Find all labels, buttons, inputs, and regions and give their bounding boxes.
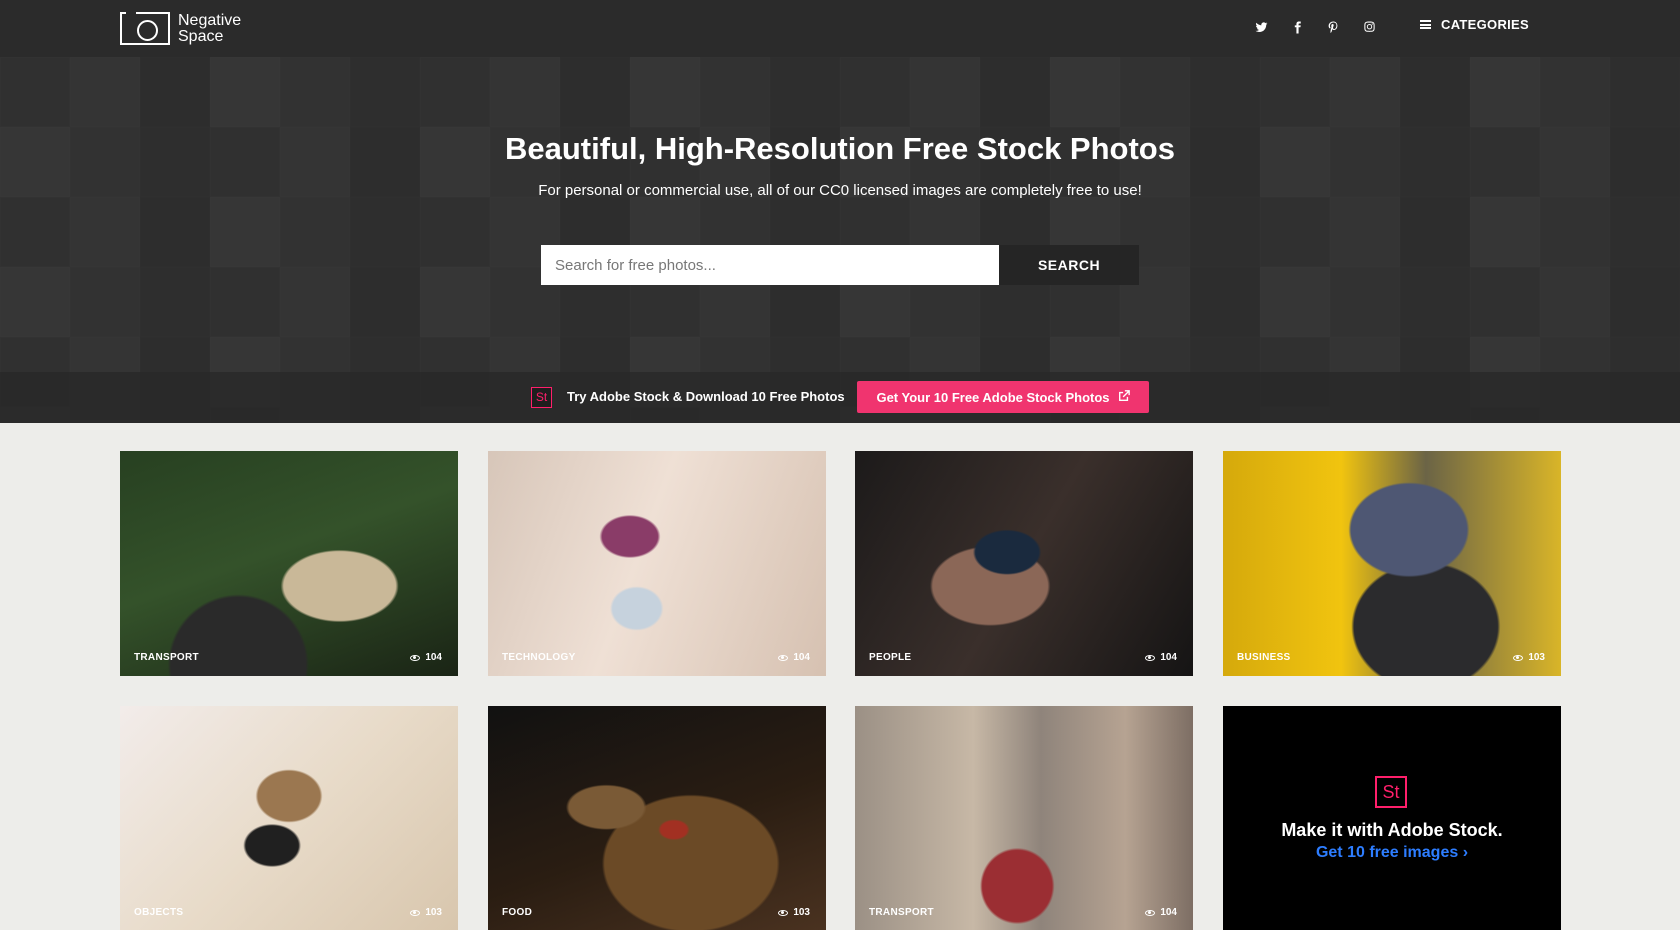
eye-icon bbox=[778, 909, 789, 916]
twitter-icon[interactable] bbox=[1252, 18, 1270, 36]
logo-text-line2: Space bbox=[178, 27, 224, 45]
view-count: 103 bbox=[410, 907, 442, 918]
photo-card[interactable]: PEOPLE 104 bbox=[855, 451, 1193, 676]
photo-card[interactable]: OBJECTS 103 bbox=[120, 706, 458, 930]
camera-logo-icon bbox=[120, 9, 170, 45]
instagram-icon[interactable] bbox=[1360, 18, 1378, 36]
view-count: 104 bbox=[778, 652, 810, 663]
categories-label: CATEGORIES bbox=[1441, 17, 1529, 32]
eye-icon bbox=[1513, 654, 1524, 661]
view-count: 103 bbox=[1513, 652, 1545, 663]
site-logo[interactable]: Negative Space bbox=[120, 9, 248, 45]
logo-text-line1: Negative bbox=[178, 11, 242, 29]
adobe-promo-bar: St Try Adobe Stock & Download 10 Free Ph… bbox=[0, 372, 1680, 423]
logo-text: Negative Space bbox=[178, 11, 248, 45]
facebook-icon[interactable] bbox=[1288, 18, 1306, 36]
categories-menu-button[interactable]: CATEGORIES bbox=[1420, 17, 1529, 32]
photo-category[interactable]: TRANSPORT bbox=[134, 652, 199, 663]
ad-title: Make it with Adobe Stock. bbox=[1281, 820, 1503, 840]
adobe-stock-icon: St bbox=[1375, 776, 1407, 808]
pinterest-icon[interactable] bbox=[1324, 18, 1342, 36]
view-count: 103 bbox=[778, 907, 810, 918]
adobe-stock-ad-card[interactable]: St Make it with Adobe Stock. Get 10 free… bbox=[1223, 706, 1561, 930]
photo-category[interactable]: TRANSPORT bbox=[869, 907, 934, 918]
view-count: 104 bbox=[1145, 652, 1177, 663]
photo-category[interactable]: TECHNOLOGY bbox=[502, 652, 576, 663]
eye-icon bbox=[410, 654, 421, 661]
adobe-stock-offer-button[interactable]: Get Your 10 Free Adobe Stock Photos bbox=[857, 381, 1149, 413]
adobe-stock-icon: St bbox=[531, 387, 552, 408]
photo-card[interactable]: TRANSPORT 104 bbox=[855, 706, 1193, 930]
eye-icon bbox=[410, 909, 421, 916]
eye-icon bbox=[778, 654, 789, 661]
social-links bbox=[1252, 18, 1378, 36]
eye-icon bbox=[1145, 654, 1156, 661]
offer-button-label: Get Your 10 Free Adobe Stock Photos bbox=[876, 389, 1110, 405]
photo-category[interactable]: PEOPLE bbox=[869, 652, 911, 663]
eye-icon bbox=[1145, 909, 1156, 916]
view-count: 104 bbox=[410, 652, 442, 663]
photo-category[interactable]: BUSINESS bbox=[1237, 652, 1291, 663]
hamburger-icon bbox=[1420, 20, 1431, 29]
photo-category[interactable]: FOOD bbox=[502, 907, 532, 918]
top-navigation: Negative Space CATEGORIES bbox=[0, 0, 1680, 57]
external-link-icon bbox=[1118, 389, 1130, 405]
search-input[interactable] bbox=[541, 245, 999, 285]
promo-text: Try Adobe Stock & Download 10 Free Photo… bbox=[567, 389, 845, 404]
photo-card[interactable]: BUSINESS 103 bbox=[1223, 451, 1561, 676]
search-button[interactable]: SEARCH bbox=[999, 245, 1139, 285]
hero-section: Beautiful, High-Resolution Free Stock Ph… bbox=[0, 57, 1680, 423]
photo-category[interactable]: OBJECTS bbox=[134, 907, 183, 918]
photo-card[interactable]: TRANSPORT 104 bbox=[120, 451, 458, 676]
view-count: 104 bbox=[1145, 907, 1177, 918]
ad-free-images-link[interactable]: Get 10 free images › bbox=[1223, 844, 1561, 862]
search-form: SEARCH bbox=[541, 245, 1139, 285]
page-title: Beautiful, High-Resolution Free Stock Ph… bbox=[505, 131, 1175, 166]
hero-subtitle: For personal or commercial use, all of o… bbox=[538, 182, 1142, 199]
photo-card[interactable]: FOOD 103 bbox=[488, 706, 826, 930]
photo-card[interactable]: TECHNOLOGY 104 bbox=[488, 451, 826, 676]
